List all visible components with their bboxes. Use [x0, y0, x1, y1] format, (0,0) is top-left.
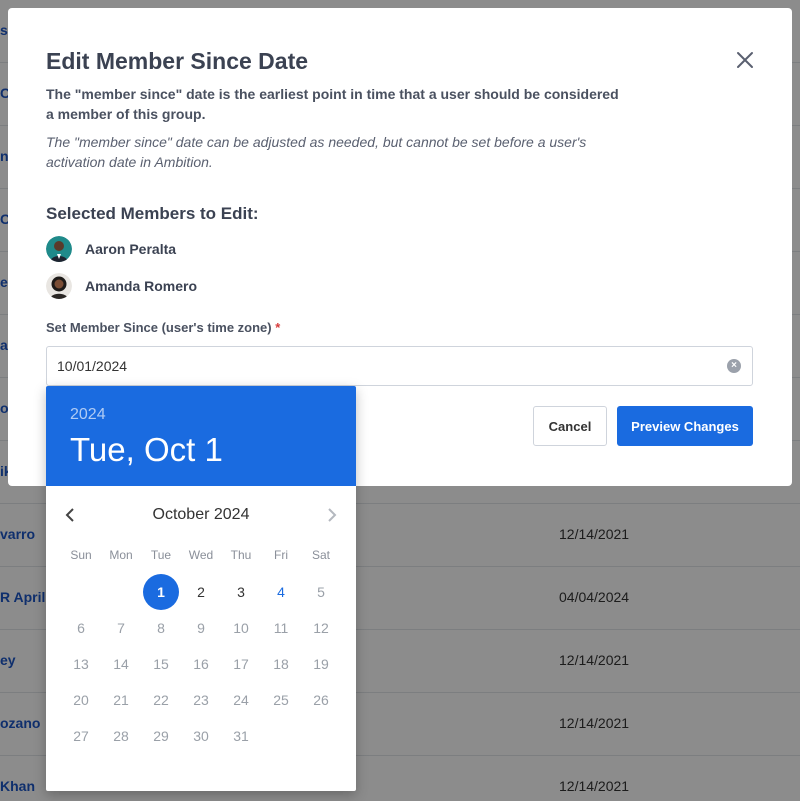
calendar-day: 23: [193, 692, 209, 708]
calendar-day: 29: [153, 728, 169, 744]
date-picker: 2024 Tue, Oct 1 October 2024 Sun Mon Tue We…: [46, 386, 356, 791]
clear-icon: ×: [731, 360, 737, 371]
modal-note: The "member since" date can be adjusted …: [46, 134, 587, 170]
calendar-day: 12: [313, 620, 329, 636]
weekday-label: Thu: [230, 548, 252, 562]
member-name: Amanda Romero: [85, 278, 198, 294]
calendar-day[interactable]: 3: [223, 574, 259, 610]
calendar-day: 30: [193, 728, 209, 744]
calendar-day: 9: [197, 620, 205, 636]
calendar-day: 5: [317, 584, 325, 600]
avatar: [46, 236, 72, 262]
calendar-day: 20: [73, 692, 89, 708]
calendar-day[interactable]: 2: [183, 574, 219, 610]
calendar-day-selected[interactable]: 1: [143, 574, 179, 610]
picker-year[interactable]: 2024: [70, 406, 106, 424]
calendar-day: 31: [233, 728, 249, 744]
calendar-day: 15: [153, 656, 169, 672]
modal-description: The "member since" date is the earliest …: [46, 86, 619, 122]
weekday-label: Fri: [274, 548, 288, 562]
calendar-day: 14: [113, 656, 129, 672]
calendar-day: 25: [273, 692, 289, 708]
preview-changes-button[interactable]: Preview Changes: [617, 406, 753, 446]
next-month-button[interactable]: [322, 504, 342, 526]
member-since-label-text: Set Member Since (user's time zone): [46, 320, 272, 335]
calendar-day: 19: [313, 656, 329, 672]
calendar-day: 21: [113, 692, 129, 708]
avatar: [46, 273, 72, 299]
modal-title: Edit Member Since Date: [46, 48, 309, 74]
calendar-day: 16: [193, 656, 209, 672]
calendar-day: 7: [117, 620, 125, 636]
member-item: Aaron Peralta: [46, 235, 176, 263]
calendar-day: 10: [233, 620, 249, 636]
calendar-day[interactable]: 4: [263, 574, 299, 610]
calendar-day: 22: [153, 692, 169, 708]
required-asterisk: *: [275, 320, 281, 335]
date-picker-header: 2024 Tue, Oct 1: [46, 386, 356, 486]
close-button[interactable]: [733, 48, 757, 72]
calendar-day: 8: [157, 620, 165, 636]
calendar-day: 13: [73, 656, 89, 672]
clear-date-button[interactable]: ×: [727, 359, 741, 373]
calendar-day: 24: [233, 692, 249, 708]
weekday-label: Mon: [109, 548, 133, 562]
weekday-label: Wed: [188, 548, 214, 562]
member-since-label: Set Member Since (user's time zone) *: [46, 320, 280, 335]
member-name: Aaron Peralta: [85, 241, 177, 257]
selected-members-heading: Selected Members to Edit:: [46, 204, 259, 223]
calendar-day: 28: [113, 728, 129, 744]
cancel-button[interactable]: Cancel: [533, 406, 607, 446]
calendar-day: 26: [313, 692, 329, 708]
calendar-day: 18: [273, 656, 289, 672]
member-item: Amanda Romero: [46, 272, 197, 300]
chevron-right-icon: [328, 508, 337, 522]
member-since-date-input[interactable]: [46, 346, 753, 386]
calendar-day: 27: [73, 728, 89, 744]
calendar-day: 11: [273, 620, 289, 636]
weekday-label: Sat: [311, 548, 330, 562]
calendar-day: 6: [77, 620, 85, 636]
calendar-day: 17: [233, 656, 249, 672]
weekday-label: Sun: [70, 548, 92, 562]
month-label: October 2024: [152, 506, 250, 523]
close-icon: [737, 52, 753, 68]
weekday-label: Tue: [150, 548, 172, 562]
picker-selected-date: Tue, Oct 1: [70, 431, 223, 468]
